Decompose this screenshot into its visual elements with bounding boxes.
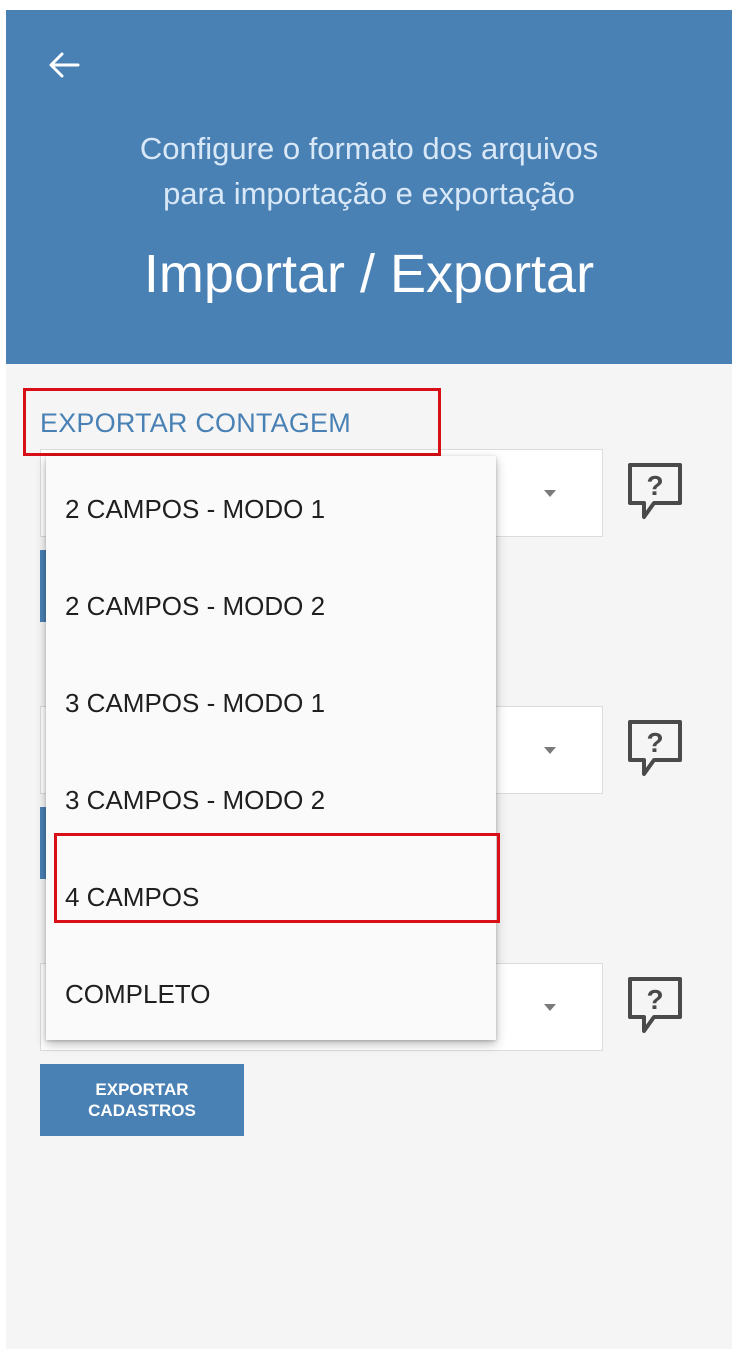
highlight-box-option xyxy=(54,833,500,923)
svg-text:?: ? xyxy=(646,470,663,501)
caret-down-icon xyxy=(544,490,556,497)
export-registrations-button[interactable]: EXPORTAR CADASTROS xyxy=(40,1064,244,1136)
dropdown-option[interactable]: 2 CAMPOS - MODO 1 xyxy=(46,456,496,552)
app-screen: Configure o formato dos arquivos para im… xyxy=(6,10,732,1349)
back-arrow-icon[interactable] xyxy=(44,48,84,82)
highlight-box-label xyxy=(23,388,441,456)
option-label: 2 CAMPOS - MODO 2 xyxy=(65,591,326,621)
option-label: 2 CAMPOS - MODO 1 xyxy=(65,494,326,524)
dropdown-option[interactable]: COMPLETO xyxy=(46,941,496,1037)
header-subtitle: Configure o formato dos arquivos para im… xyxy=(139,131,599,211)
help-icon[interactable]: ? xyxy=(620,971,690,1041)
help-icon[interactable]: ? xyxy=(620,714,690,784)
option-label: 3 CAMPOS - MODO 2 xyxy=(65,785,326,815)
help-icon[interactable]: ? xyxy=(620,457,690,527)
option-label: 3 CAMPOS - MODO 1 xyxy=(65,688,326,718)
svg-text:?: ? xyxy=(646,727,663,758)
format-dropdown-menu: 2 CAMPOS - MODO 1 2 CAMPOS - MODO 2 3 CA… xyxy=(46,456,496,1040)
dropdown-option[interactable]: 2 CAMPOS - MODO 2 xyxy=(46,553,496,649)
caret-down-icon xyxy=(544,1004,556,1011)
option-label: COMPLETO xyxy=(65,979,211,1009)
app-header: Configure o formato dos arquivos para im… xyxy=(6,10,732,364)
caret-down-icon xyxy=(544,747,556,754)
dropdown-option[interactable]: 3 CAMPOS - MODO 1 xyxy=(46,650,496,746)
page-title: Importar / Exportar xyxy=(143,244,595,304)
dropdown-option[interactable]: 3 CAMPOS - MODO 2 xyxy=(46,747,496,843)
svg-text:?: ? xyxy=(646,984,663,1015)
